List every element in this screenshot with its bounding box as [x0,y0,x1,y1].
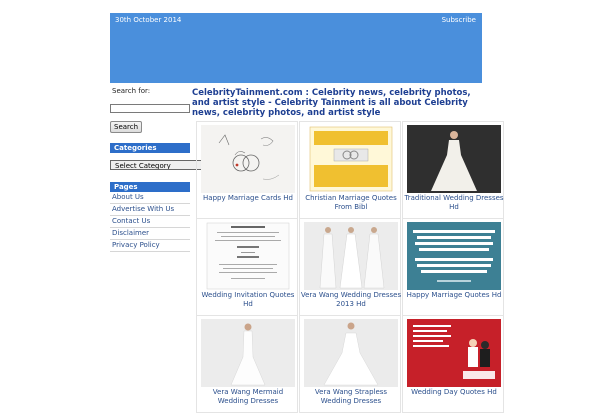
post-card[interactable]: Happy Marriage Quotes Hd [402,218,504,316]
sidebar: Search for: Search Categories Select Cat… [110,86,226,252]
post-card[interactable]: Traditional Wedding Dresses Hd [402,121,504,219]
search-button[interactable]: Search [110,121,143,133]
strapless-dress-image [304,319,398,387]
post-thumbnail[interactable] [407,222,501,290]
categories-title: Categories [110,143,190,153]
post-thumbnail[interactable] [304,319,398,387]
post-thumbnail[interactable] [407,319,501,387]
post-thumbnail[interactable] [407,125,501,193]
post-thumbnail[interactable] [201,125,295,193]
page-link-contact-us[interactable]: Contact Us [110,216,190,228]
bible-quote-image [309,126,393,192]
post-thumbnail[interactable] [304,222,398,290]
post-caption[interactable]: Wedding Invitation Quotes Hd [197,291,299,309]
post-card[interactable]: Vera Wang Wedding Dresses 2013 Hd [299,218,401,316]
page-link-about-us[interactable]: About Us [110,192,190,204]
search-label: Search for: [112,87,151,95]
page-link-disclaimer[interactable]: Disclaimer [110,228,190,240]
post-thumbnail[interactable] [201,319,295,387]
runway-dresses-image [304,222,398,290]
subscribe-link[interactable]: Subscribe [442,16,476,24]
post-caption[interactable]: Vera Wang Mermaid Wedding Dresses [197,388,299,406]
wedding-dress-image [407,125,501,193]
post-caption[interactable]: Wedding Day Quotes Hd [403,388,505,397]
header-date: 30th October 2014 [115,16,182,24]
post-caption[interactable]: Christian Marriage Quotes From Bibl [300,194,402,212]
post-card[interactable]: Christian Marriage Quotes From Bibl [299,121,401,219]
search-input[interactable] [110,104,190,113]
pages-title: Pages [110,182,190,192]
site-header: 30th October 2014 Subscribe [110,13,482,83]
wedding-day-quote-image [407,319,501,387]
post-card[interactable]: Wedding Invitation Quotes Hd [196,218,298,316]
post-card[interactable]: Vera Wang Mermaid Wedding Dresses [196,315,298,413]
post-card[interactable]: Wedding Day Quotes Hd [402,315,504,413]
card-sketch-image [201,125,295,193]
post-caption[interactable]: Traditional Wedding Dresses Hd [403,194,505,212]
post-caption[interactable]: Happy Marriage Quotes Hd [403,291,505,300]
page-title[interactable]: CelebrityTainment.com : Celebrity news, … [192,88,482,120]
post-caption[interactable]: Vera Wang Strapless Wedding Dresses [300,388,402,406]
post-caption[interactable]: Happy Marriage Cards Hd [197,194,299,203]
page-link-advertise[interactable]: Advertise With Us [110,204,190,216]
invitation-image [206,222,290,290]
post-card[interactable]: Happy Marriage Cards Hd [196,121,298,219]
main-content: CelebrityTainment.com : Celebrity news, … [192,88,482,120]
marriage-quote-image [407,222,501,290]
page-link-privacy-policy[interactable]: Privacy Policy [110,240,190,252]
post-thumbnail[interactable] [201,222,295,290]
mermaid-dress-image [201,319,295,387]
post-caption[interactable]: Vera Wang Wedding Dresses 2013 Hd [300,291,402,309]
post-card[interactable]: Vera Wang Strapless Wedding Dresses [299,315,401,413]
post-thumbnail[interactable] [304,125,398,193]
